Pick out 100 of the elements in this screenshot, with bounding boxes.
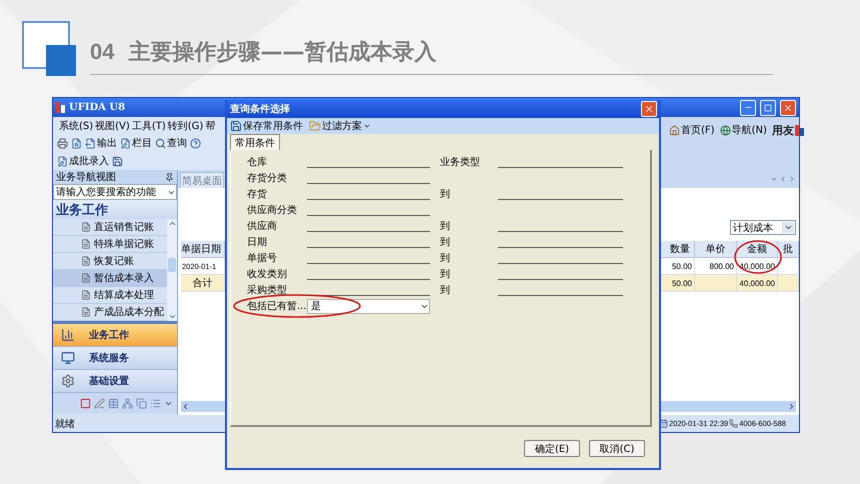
- scroll-thumb[interactable]: [168, 258, 176, 272]
- dialog-button[interactable]: 确定(E): [524, 440, 580, 457]
- menu-item[interactable]: 系统(S): [59, 118, 94, 132]
- toolbar-button[interactable]: 导航(N): [720, 123, 767, 137]
- scroll-down-icon: [168, 312, 176, 321]
- table-cell: 800.00: [695, 258, 737, 275]
- toolbar-button[interactable]: 查询: [155, 136, 187, 150]
- section-title: 业务工作: [53, 200, 177, 219]
- field-label: 采购类型: [247, 284, 288, 297]
- field-label: 到: [440, 252, 451, 265]
- toolbar-button[interactable]: 保存常用条件: [230, 119, 303, 133]
- table-cell: 40,000.00: [737, 275, 778, 292]
- field-label: 收发类别: [247, 268, 288, 281]
- export-icon: [85, 138, 96, 148]
- search-field[interactable]: 请输入您要搜索的功能: [53, 184, 177, 200]
- tree-icon: [122, 398, 133, 408]
- logo-icon: [794, 125, 804, 136]
- calendar-icon: [659, 419, 668, 428]
- nav-item[interactable]: 结算成本处理: [53, 287, 167, 304]
- field-label: 供应商: [247, 220, 278, 233]
- scrollbar[interactable]: [167, 219, 177, 321]
- edit-icon: [57, 156, 68, 166]
- nav-item[interactable]: 暂估成本录入: [53, 270, 167, 287]
- module-button[interactable]: 基础设置: [53, 370, 177, 393]
- field-label: 到: [440, 236, 451, 249]
- edit-icon: [94, 398, 105, 408]
- next-icon: [788, 175, 796, 183]
- caret-icon: [363, 122, 371, 130]
- document-icon: [81, 273, 91, 283]
- toolbar-button[interactable]: 过滤方案: [309, 119, 371, 133]
- document-icon: [81, 290, 91, 300]
- scroll-right-icon: [787, 402, 796, 411]
- field-label: 到: [440, 220, 451, 233]
- field-label: 到: [440, 284, 451, 297]
- copy-icon: [136, 398, 147, 408]
- field-label: 单据号: [247, 252, 278, 265]
- tab[interactable]: 常用条件: [230, 134, 280, 150]
- cost-type-dropdown[interactable]: 计划成本: [730, 220, 796, 235]
- tab[interactable]: 简易桌面: [180, 172, 224, 188]
- nav-item[interactable]: 恢复记账: [53, 253, 167, 270]
- folder-icon: [309, 120, 321, 132]
- toolbar-button[interactable]: 输出: [85, 136, 117, 150]
- phone-icon: [729, 419, 738, 428]
- home-icon: [669, 124, 680, 136]
- scroll-left-icon: [181, 402, 190, 411]
- table-cell: [778, 275, 799, 292]
- help-button[interactable]: [190, 138, 201, 148]
- edit-icon: [120, 138, 131, 148]
- stop-icon: [80, 398, 91, 408]
- menu-item[interactable]: 视图(V): [95, 118, 130, 132]
- panel-title: 业务导航视图: [56, 170, 116, 184]
- slide-number: 04: [90, 39, 114, 65]
- maximize-button[interactable]: [760, 100, 776, 116]
- pin-icon: [165, 172, 174, 182]
- nav-item[interactable]: 直运销售记账: [53, 219, 167, 236]
- table-cell: 合计: [181, 275, 225, 292]
- column-header[interactable]: 批: [778, 241, 799, 258]
- field-label: 业务类型: [440, 156, 481, 169]
- dialog-button[interactable]: 取消(C): [589, 440, 645, 457]
- document-icon: [81, 239, 91, 249]
- close-icon: [783, 102, 793, 112]
- printer-button[interactable]: [57, 138, 68, 148]
- table-cell: 50.00: [660, 275, 695, 292]
- save-button[interactable]: [112, 156, 123, 166]
- status-text: 就绪: [55, 418, 75, 430]
- column-header[interactable]: 单据日期: [181, 241, 225, 258]
- nav-item[interactable]: 产成品成本分配: [53, 304, 167, 321]
- menu-item[interactable]: 转到(G): [168, 118, 204, 132]
- document-icon: [81, 222, 91, 232]
- printer-icon: [57, 138, 68, 148]
- field-label: 包括已有暂...: [247, 300, 307, 313]
- help-icon: [190, 138, 201, 148]
- menu-item[interactable]: 帮: [205, 118, 216, 132]
- toolbar-button[interactable]: 首页(F): [669, 123, 715, 137]
- toolbar-button[interactable]: 成批录入: [57, 154, 109, 168]
- dropdown-icon: [770, 175, 778, 183]
- list-icon: [150, 398, 161, 408]
- column-header[interactable]: 数量: [660, 241, 695, 258]
- menu-item[interactable]: 工具(T): [132, 118, 166, 132]
- field-label: 供应商分类: [247, 204, 298, 217]
- column-header[interactable]: 金额: [737, 241, 778, 258]
- preview-button[interactable]: [71, 138, 82, 148]
- field-label: 日期: [247, 236, 268, 249]
- logo-icon: [56, 102, 65, 113]
- select-field[interactable]: 是: [307, 298, 430, 314]
- save-icon: [230, 120, 242, 132]
- toolbar-button[interactable]: 栏目: [120, 136, 152, 150]
- nav-item[interactable]: 特殊单据记账: [53, 236, 167, 253]
- module-button[interactable]: 系统服务: [53, 347, 177, 370]
- save-icon: [112, 156, 123, 166]
- module-button[interactable]: 业务工作: [53, 324, 177, 347]
- monitor-icon: [61, 351, 75, 365]
- gear-icon: [61, 374, 75, 388]
- column-header[interactable]: 单价: [695, 241, 737, 258]
- preview-icon: [71, 138, 82, 148]
- close-button[interactable]: [641, 101, 657, 117]
- field-label: 存货: [247, 188, 268, 201]
- close-button[interactable]: [780, 100, 796, 116]
- minimize-button[interactable]: [740, 100, 756, 116]
- field-label: 到: [440, 188, 451, 201]
